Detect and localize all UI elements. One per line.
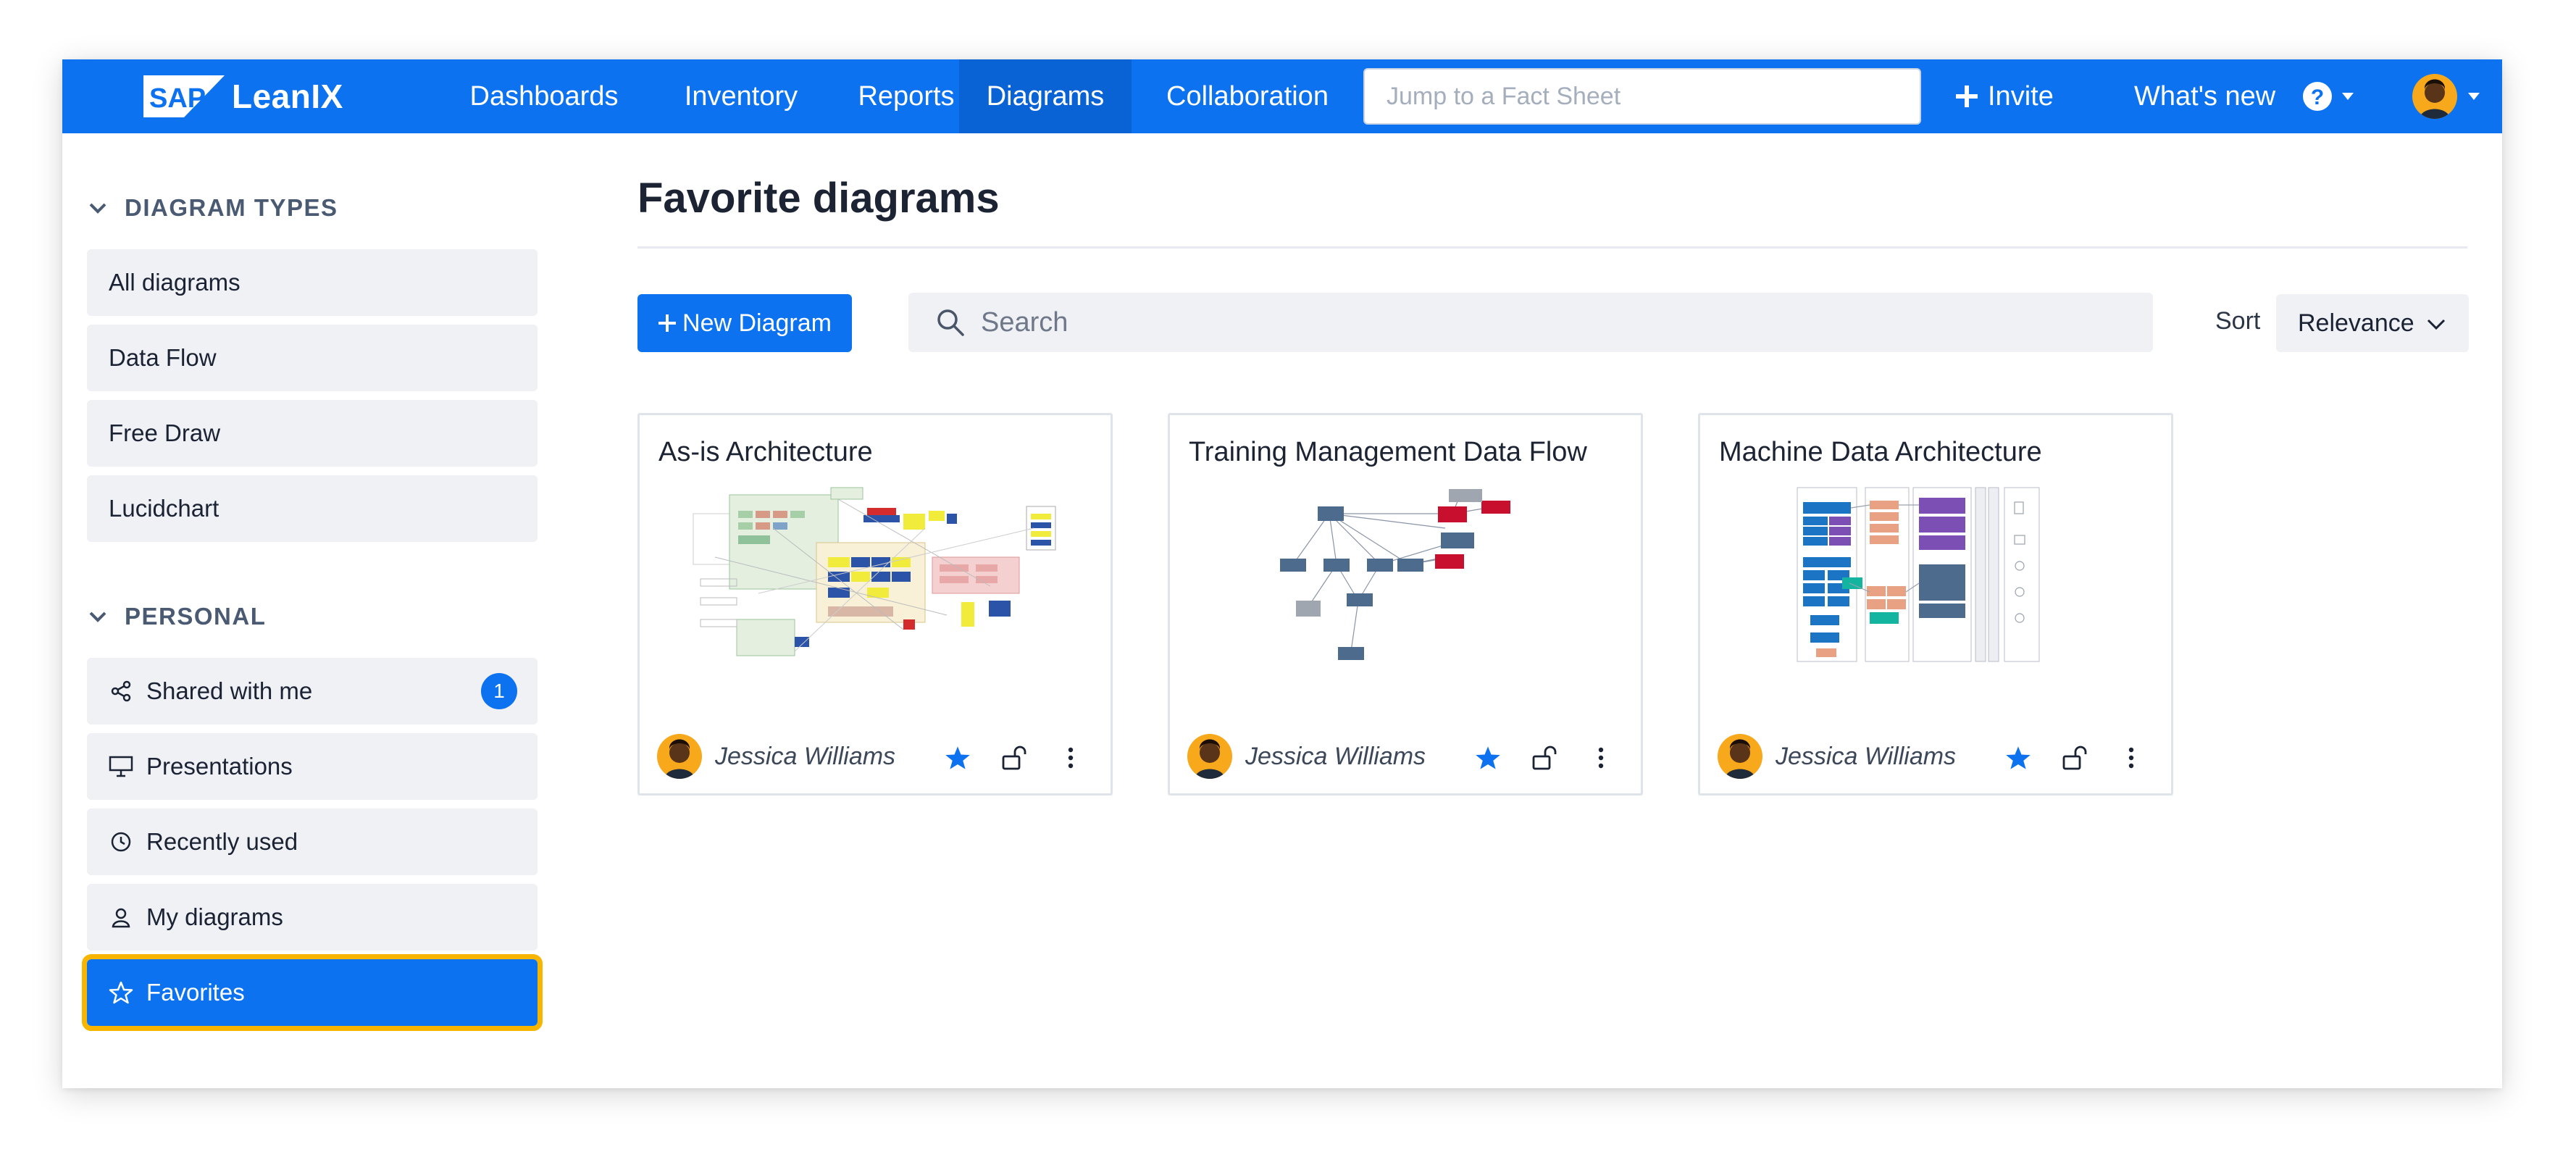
- share-icon: [109, 679, 133, 703]
- sidebar-item-label: Lucidchart: [109, 495, 219, 522]
- sidebar-item-presentations[interactable]: Presentations: [87, 733, 538, 800]
- favorite-star-icon[interactable]: [2004, 744, 2032, 772]
- chevron-down-icon: [89, 203, 106, 214]
- sidebar-item-label: Shared with me: [146, 677, 313, 704]
- nav-inventory[interactable]: Inventory: [665, 59, 817, 133]
- invite-button[interactable]: Invite: [1954, 59, 2054, 133]
- owner-avatar: [1187, 734, 1232, 779]
- more-options-icon[interactable]: [1587, 744, 1615, 772]
- svg-text:SAP: SAP: [149, 83, 206, 114]
- personal-section-toggle[interactable]: PERSONAL: [87, 598, 266, 635]
- diagram-thumbnail: [693, 487, 1056, 656]
- sidebar-item-shared-with-me[interactable]: Shared with me 1: [87, 658, 538, 725]
- new-diagram-button[interactable]: New Diagram: [637, 294, 852, 352]
- app-window: SAP LeanIX Dashboards Inventory Reports …: [62, 59, 2502, 1088]
- chevron-down-icon: [89, 611, 106, 622]
- search-icon: [937, 309, 964, 336]
- sap-leanix-logo[interactable]: SAP LeanIX: [143, 75, 343, 117]
- diagram-types-header: DIAGRAM TYPES: [125, 194, 338, 221]
- caret-down-icon: [2341, 92, 2354, 101]
- page-title: Favorite diagrams: [637, 175, 1000, 222]
- title-divider: [637, 246, 2467, 249]
- sidebar-item-label: Recently used: [146, 828, 298, 855]
- unlock-icon[interactable]: [2061, 744, 2088, 772]
- help-menu[interactable]: ?: [2302, 59, 2354, 133]
- unlock-icon[interactable]: [1531, 744, 1558, 772]
- sidebar-item-label: All diagrams: [109, 269, 241, 296]
- owner-name: Jessica Williams: [1776, 743, 1957, 770]
- card-footer: Jessica Williams: [1187, 734, 1629, 782]
- nav-reports[interactable]: Reports: [842, 59, 971, 133]
- owner-name: Jessica Williams: [715, 743, 896, 770]
- personal-header: PERSONAL: [125, 603, 267, 630]
- diagram-card-training-management-data-flow[interactable]: Training Management Data Flow Jessica Wi…: [1168, 413, 1643, 796]
- sidebar-item-label: Presentations: [146, 753, 293, 780]
- help-icon: ?: [2302, 81, 2333, 112]
- favorite-star-icon[interactable]: [1474, 744, 1502, 772]
- user-avatar: [2412, 74, 2457, 119]
- clock-icon: [109, 830, 133, 854]
- card-title: Machine Data Architecture: [1719, 437, 2042, 467]
- favorite-star-icon[interactable]: [944, 744, 971, 772]
- product-name: LeanIX: [232, 78, 343, 115]
- sidebar-item-label: Data Flow: [109, 344, 217, 371]
- nav-collaboration[interactable]: Collaboration: [1146, 59, 1349, 133]
- more-options-icon[interactable]: [1057, 744, 1084, 772]
- nav-dashboards[interactable]: Dashboards: [449, 59, 639, 133]
- more-options-icon[interactable]: [2117, 744, 2145, 772]
- sidebar-item-data-flow[interactable]: Data Flow: [87, 325, 538, 391]
- plus-icon: [658, 314, 677, 332]
- presentation-icon: [109, 754, 133, 779]
- owner-avatar: [657, 734, 702, 779]
- nav-diagrams[interactable]: Diagrams: [959, 59, 1132, 133]
- sort-label: Sort: [2215, 307, 2261, 335]
- sidebar-item-my-diagrams[interactable]: My diagrams: [87, 884, 538, 951]
- star-icon: [109, 980, 133, 1005]
- card-title: Training Management Data Flow: [1189, 437, 1587, 467]
- whats-new-link[interactable]: What's new: [2134, 59, 2275, 133]
- sort-value: Relevance: [2298, 309, 2414, 337]
- sidebar-item-label: Free Draw: [109, 419, 221, 446]
- diagram-thumbnail: [1280, 489, 1510, 660]
- diagram-search[interactable]: [908, 293, 2153, 352]
- sort-dropdown[interactable]: Relevance: [2276, 294, 2469, 352]
- user-menu[interactable]: [2412, 59, 2480, 133]
- unlock-icon[interactable]: [1000, 744, 1028, 772]
- jump-to-fact-sheet-input[interactable]: [1363, 68, 1921, 125]
- owner-name: Jessica Williams: [1245, 743, 1426, 770]
- owner-avatar: [1718, 734, 1762, 779]
- sidebar-item-lucidchart[interactable]: Lucidchart: [87, 475, 538, 542]
- search-input[interactable]: [981, 306, 2067, 338]
- card-title: As-is Architecture: [658, 437, 873, 467]
- card-footer: Jessica Williams: [657, 734, 1099, 782]
- sidebar-item-label: Favorites: [146, 979, 245, 1006]
- diagram-card-machine-data-architecture[interactable]: Machine Data Architecture Jessica Willia…: [1698, 413, 2173, 796]
- diagram-thumbnail: [1797, 487, 2040, 662]
- sidebar-item-recently-used[interactable]: Recently used: [87, 809, 538, 875]
- plus-icon: [1954, 84, 1979, 109]
- shared-count-badge: 1: [481, 673, 517, 709]
- new-diagram-label: New Diagram: [682, 309, 832, 337]
- caret-down-icon: [2467, 92, 2480, 101]
- sap-logo-badge: SAP: [143, 75, 225, 117]
- user-icon: [109, 905, 133, 930]
- sidebar-item-favorites[interactable]: Favorites: [82, 954, 543, 1031]
- sidebar-item-free-draw[interactable]: Free Draw: [87, 400, 538, 467]
- invite-label: Invite: [1988, 80, 2054, 112]
- diagram-card-as-is-architecture[interactable]: As-is Architecture Jessica Williams: [637, 413, 1113, 796]
- top-navigation-bar: SAP LeanIX Dashboards Inventory Reports …: [62, 59, 2502, 133]
- card-footer: Jessica Williams: [1718, 734, 2159, 782]
- svg-text:?: ?: [2311, 85, 2324, 109]
- sidebar-item-all-diagrams[interactable]: All diagrams: [87, 249, 538, 316]
- chevron-down-icon: [2427, 319, 2446, 330]
- diagram-types-section-toggle[interactable]: DIAGRAM TYPES: [87, 190, 338, 226]
- sidebar-item-label: My diagrams: [146, 903, 283, 930]
